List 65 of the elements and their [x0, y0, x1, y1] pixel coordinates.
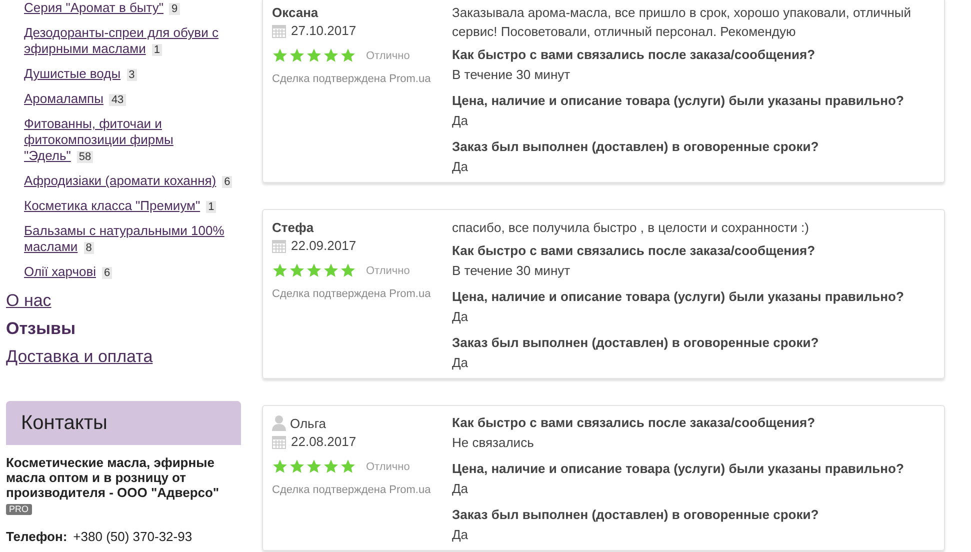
- question: Как быстро с вами связались после заказа/сообщения?: [452, 46, 816, 64]
- answer: В течение 30 минут: [452, 66, 572, 84]
- question: Цена, наличие и описание товара (услуги) были указаны правильно?: [452, 460, 905, 478]
- count-badge: 8: [84, 242, 94, 254]
- category-link[interactable]: Душистые воды: [24, 66, 121, 81]
- pro-badge: PRO: [6, 504, 32, 515]
- question: Заказ был выполнен (доставлен) в оговоренные сроки?: [452, 138, 820, 156]
- confirmation-note: Сделка подтверждена Prom.ua: [272, 288, 432, 300]
- count-badge: 6: [102, 267, 112, 279]
- answer: Да: [452, 158, 470, 176]
- nav-link[interactable]: Доставка и оплата: [6, 346, 153, 367]
- nav-link[interactable]: О нас: [6, 290, 52, 311]
- calendar-icon: [272, 238, 286, 252]
- count-badge: 58: [76, 151, 94, 163]
- reviewer-name: Ольга: [290, 416, 326, 430]
- category-link[interactable]: маслами: [24, 239, 78, 254]
- rating-label: Отлично: [366, 264, 410, 276]
- count-badge: 43: [109, 94, 126, 106]
- category-link[interactable]: Афродизіаки (аромати кохання): [24, 173, 216, 188]
- category-link[interactable]: Дезодоранты-спреи для обуви с: [24, 25, 218, 40]
- question: Заказ был выполнен (доставлен) в оговоренные сроки?: [452, 334, 820, 352]
- count-badge: 6: [222, 176, 232, 188]
- count-badge: 3: [126, 69, 137, 81]
- phone-number: +380 (50) 370-32-93: [73, 529, 192, 544]
- question: Как быстро с вами связались после заказа/сообщения?: [452, 414, 816, 432]
- phone-label: Телефон:: [6, 529, 68, 544]
- answer: Да: [452, 308, 470, 326]
- category-link[interactable]: Косметика класса "Премиум": [24, 198, 200, 213]
- confirmation-note: Сделка подтверждена Prom.ua: [272, 484, 432, 496]
- review-date: 22.09.2017: [291, 238, 356, 253]
- review-date: 27.10.2017: [291, 23, 356, 38]
- calendar-icon: [272, 24, 286, 38]
- reviewer-name: Стефа: [272, 220, 314, 234]
- category-link[interactable]: Аромалампы: [24, 91, 104, 106]
- answer: Не связались: [452, 434, 535, 452]
- review-text: спасибо, все получила быстро , в целости и сохранности :): [452, 219, 810, 237]
- answer: Да: [452, 354, 470, 372]
- reviewer-name: Оксана: [272, 4, 318, 20]
- nav-link[interactable]: Отзывы: [6, 318, 76, 339]
- question: Заказ был выполнен (доставлен) в оговоренные сроки?: [452, 506, 820, 524]
- answer: Да: [452, 526, 470, 544]
- answer: Да: [452, 112, 470, 130]
- confirmation-note: Сделка подтверждена Prom.ua: [272, 73, 432, 85]
- answer: В течение 30 минут: [452, 262, 572, 280]
- company-name: Косметические масла, эфирные масла оптом и в розницу от производителя - ООО "Адверсо": [6, 455, 220, 500]
- count-badge: 1: [206, 201, 216, 213]
- answer: Да: [452, 480, 470, 498]
- category-link[interactable]: Серия "Аромат в быту": [24, 0, 164, 15]
- count-badge: 9: [169, 3, 180, 15]
- question: Цена, наличие и описание товара (услуги) были указаны правильно?: [452, 92, 905, 110]
- question: Как быстро с вами связались после заказа/сообщения?: [452, 242, 816, 260]
- rating-label: Отлично: [366, 460, 410, 472]
- category-link[interactable]: "Эдель": [24, 148, 71, 163]
- category-link[interactable]: эфирными маслами: [24, 41, 146, 56]
- calendar-icon: [272, 434, 286, 448]
- category-link[interactable]: фитокомпозиции фирмы: [24, 132, 174, 147]
- category-link[interactable]: Бальзамы с натуральными 100%: [24, 223, 224, 238]
- review-date: 22.08.2017: [291, 434, 356, 449]
- contacts-heading: Контакты: [6, 401, 241, 445]
- category-link[interactable]: Фитованны, фиточаи и: [24, 116, 162, 131]
- count-badge: 1: [152, 44, 162, 56]
- category-link[interactable]: Олії харчові: [24, 264, 96, 279]
- rating-label: Отлично: [366, 50, 410, 62]
- question: Цена, наличие и описание товара (услуги) были указаны правильно?: [452, 288, 905, 306]
- review-text: Заказывала арома-масла, все пришло в срок, хорошо упаковали, отличный сервис! Посоветовали, отличный персонал. Рекомендую: [452, 4, 912, 41]
